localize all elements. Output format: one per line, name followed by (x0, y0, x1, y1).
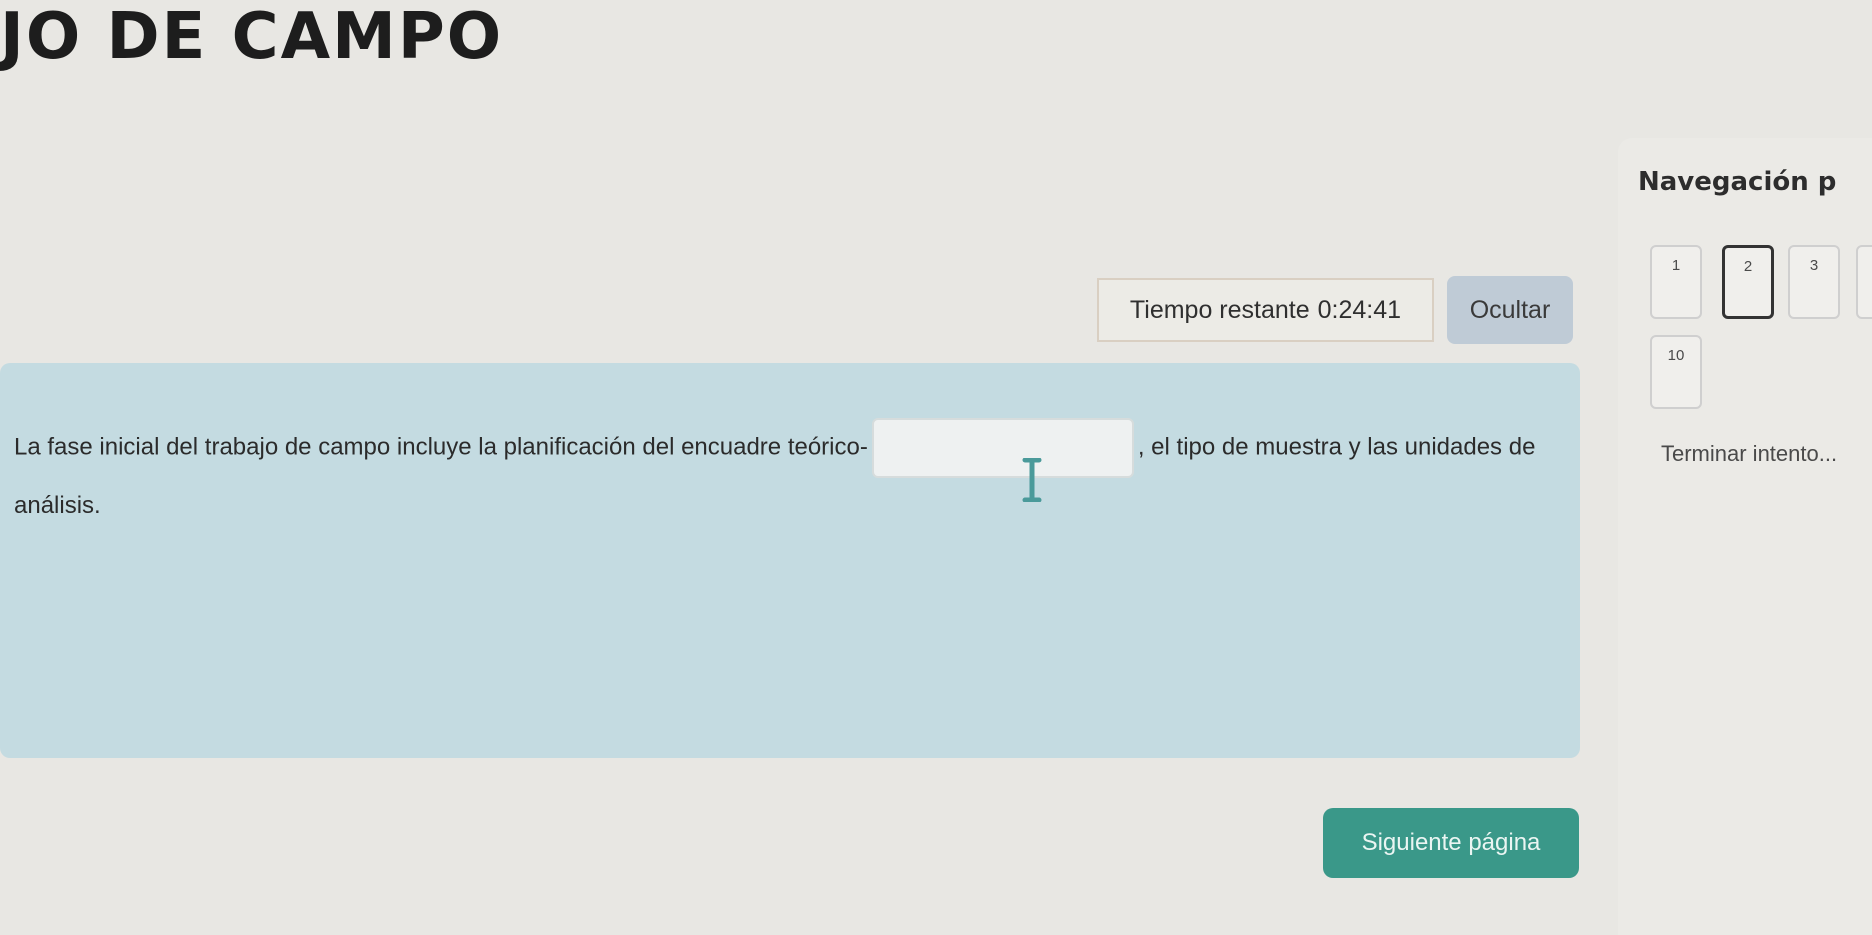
question-text-before: La fase inicial del trabajo de campo inc… (14, 433, 868, 461)
nav-question-4[interactable] (1856, 245, 1872, 319)
finish-attempt-link[interactable]: Terminar intento... (1661, 441, 1837, 467)
nav-question-label: 10 (1667, 347, 1685, 364)
nav-question-label: 1 (1671, 257, 1681, 274)
question-text: La fase inicial del trabajo de campo inc… (14, 418, 1544, 534)
timer-label: Tiempo restante (1129, 295, 1310, 324)
timer-value: 0:24:41 (1317, 295, 1402, 324)
nav-question-label: 2 (1743, 258, 1753, 275)
page-title: JO DE CAMPO (0, 0, 504, 74)
answer-input[interactable] (871, 418, 1134, 502)
navigation-title: Navegación p (1638, 167, 1837, 197)
next-page-button[interactable]: Siguiente página (1323, 808, 1579, 878)
nav-question-1[interactable]: 1 (1650, 245, 1702, 319)
nav-question-2[interactable]: 2 (1722, 245, 1774, 319)
text-cursor-icon (1022, 458, 1042, 502)
nav-question-3[interactable]: 3 (1788, 245, 1840, 319)
nav-question-label: 3 (1809, 257, 1819, 274)
nav-question-10[interactable]: 10 (1650, 335, 1702, 409)
timer-display: Tiempo restante 0:24:41 (1097, 278, 1434, 342)
hide-timer-button[interactable]: Ocultar (1447, 276, 1573, 344)
